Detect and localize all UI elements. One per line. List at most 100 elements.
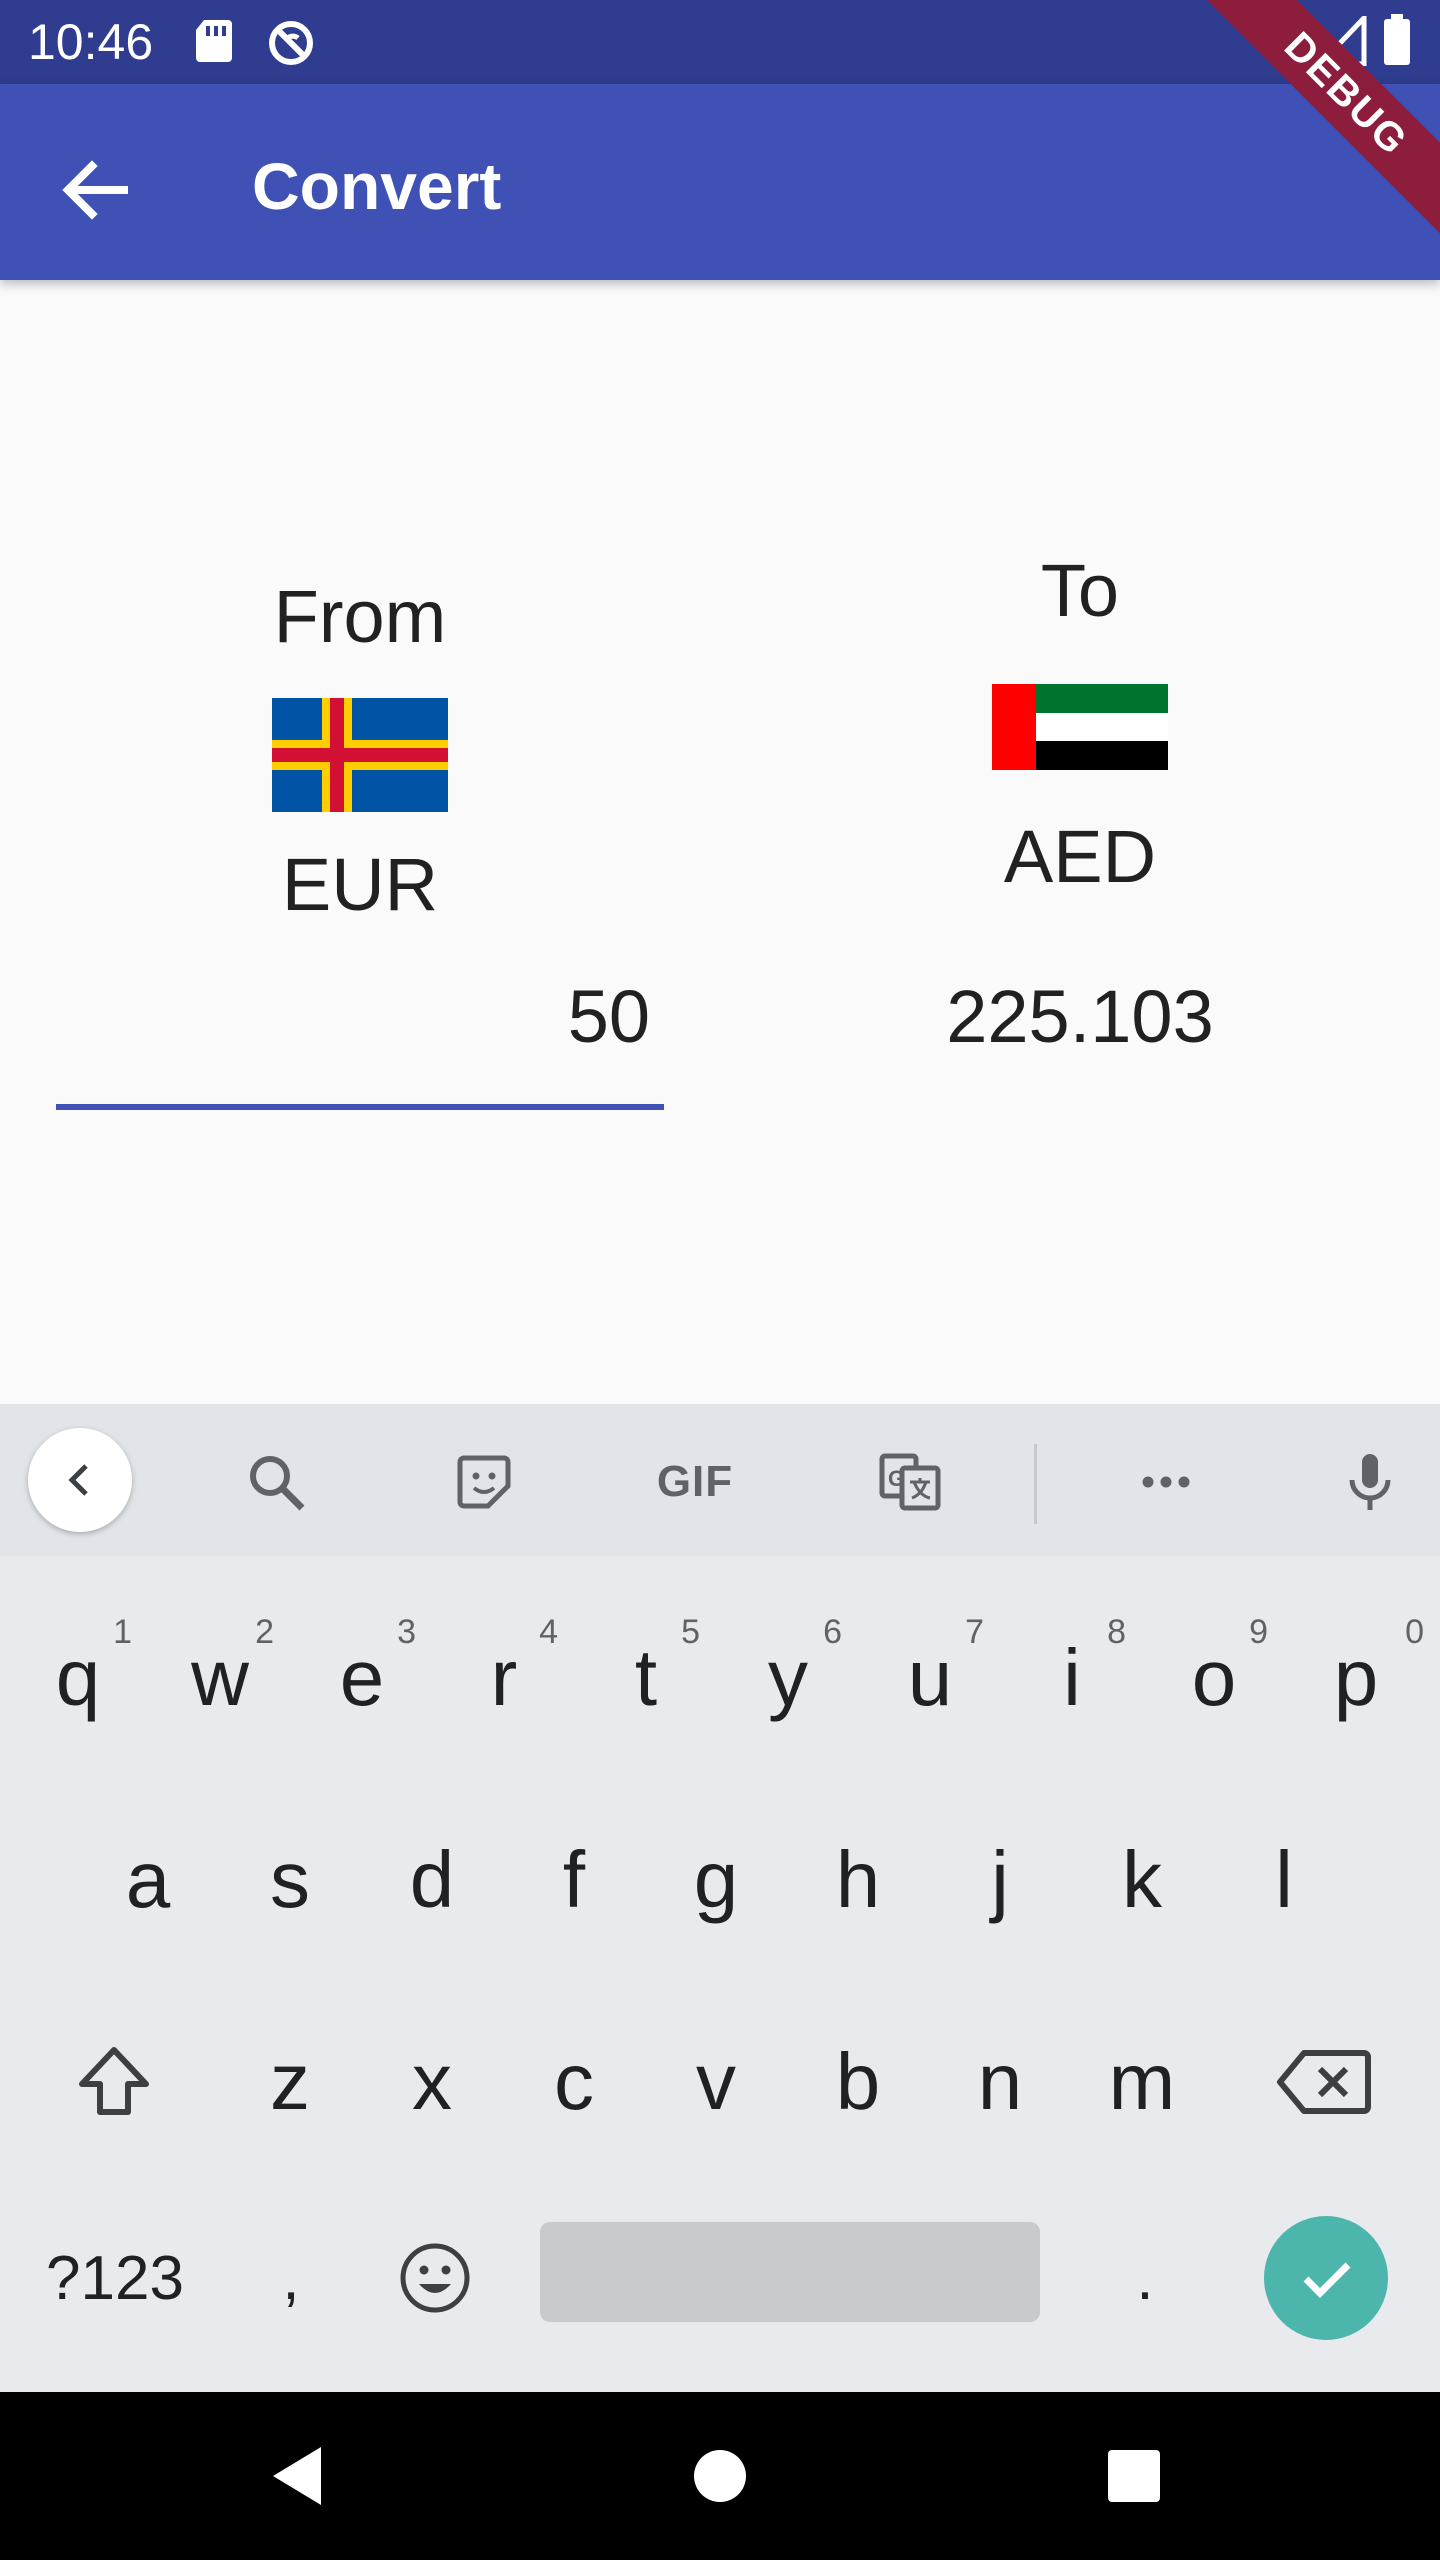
- key-label: i: [1063, 1633, 1081, 1722]
- key-v[interactable]: v: [644, 1984, 788, 2180]
- key-q[interactable]: q1: [6, 1580, 150, 1776]
- key-g[interactable]: g: [644, 1782, 788, 1978]
- converted-amount: 225.103: [946, 975, 1214, 1058]
- nav-recents-button[interactable]: [1084, 2426, 1184, 2526]
- on-screen-keyboard: GIF G q1 w2 e3 r4 t5 y6 u7 i8 o9 p0 a s …: [0, 1404, 1440, 2392]
- key-r[interactable]: r4: [432, 1580, 576, 1776]
- nav-back-button[interactable]: [250, 2426, 350, 2526]
- shift-key[interactable]: [50, 1984, 178, 2180]
- key-label: z: [270, 2037, 310, 2126]
- gif-label: GIF: [656, 1457, 734, 1506]
- key-label: q: [55, 1633, 101, 1722]
- key-hint: 7: [965, 1613, 984, 1651]
- key-w[interactable]: w2: [148, 1580, 292, 1776]
- amount-input[interactable]: [56, 960, 664, 1072]
- to-currency-code[interactable]: AED: [880, 814, 1280, 900]
- from-currency-code[interactable]: EUR: [160, 842, 560, 928]
- key-hint: 2: [255, 1613, 274, 1651]
- key-hint: 8: [1107, 1613, 1126, 1651]
- gif-button[interactable]: GIF: [640, 1434, 750, 1530]
- key-j[interactable]: j: [928, 1782, 1072, 1978]
- key-h[interactable]: h: [786, 1782, 930, 1978]
- key-c[interactable]: c: [502, 1984, 646, 2180]
- key-hint: 4: [539, 1613, 558, 1651]
- key-t[interactable]: t5: [574, 1580, 718, 1776]
- to-label: To: [1040, 549, 1120, 632]
- key-s[interactable]: s: [218, 1782, 362, 1978]
- key-label: l: [1275, 1835, 1293, 1924]
- key-i[interactable]: i8: [1000, 1580, 1144, 1776]
- key-b[interactable]: b: [786, 1984, 930, 2180]
- keyboard-toolbar: GIF G: [0, 1404, 1440, 1556]
- key-z[interactable]: z: [218, 1984, 362, 2180]
- backspace-key[interactable]: [1260, 1984, 1388, 2180]
- mic-icon: [1349, 1454, 1391, 1510]
- key-p[interactable]: p0: [1284, 1580, 1428, 1776]
- back-triangle-icon: [273, 2447, 321, 2505]
- key-k[interactable]: k: [1070, 1782, 1214, 1978]
- aland-islands-flag-icon[interactable]: [272, 698, 448, 817]
- key-label: r: [490, 1633, 518, 1722]
- key-label: c: [554, 2037, 594, 2126]
- key-label: n: [977, 2037, 1023, 2126]
- check-icon: [1303, 2262, 1351, 2298]
- key-hint: 5: [681, 1613, 700, 1651]
- toolbar-separator: [1034, 1444, 1037, 1524]
- enter-key[interactable]: [1264, 2216, 1388, 2340]
- emoji-icon: [400, 2243, 470, 2313]
- amount-input-underline: [56, 1104, 664, 1110]
- key-label: e: [339, 1633, 385, 1722]
- key-x[interactable]: x: [360, 1984, 504, 2180]
- key-label: k: [1122, 1835, 1162, 1924]
- key-e[interactable]: e3: [290, 1580, 434, 1776]
- symbols-key[interactable]: ?123: [20, 2198, 210, 2358]
- search-icon: [250, 1456, 305, 1511]
- sticker-button[interactable]: [436, 1434, 532, 1530]
- nav-home-button[interactable]: [670, 2426, 770, 2526]
- key-label: w: [191, 1633, 249, 1722]
- key-label: j: [991, 1835, 1009, 1924]
- sync-disabled-icon: [266, 18, 316, 73]
- sd-card-icon: [194, 18, 234, 69]
- key-label: s: [270, 1835, 310, 1924]
- status-bar: 10:46: [0, 0, 1440, 84]
- arrow-back-icon: [62, 160, 128, 220]
- key-label: x: [412, 2037, 452, 2126]
- keyboard-collapse-button[interactable]: [28, 1428, 132, 1532]
- page-title: Convert: [252, 149, 502, 223]
- uae-flag-icon[interactable]: [992, 684, 1168, 775]
- key-label: p: [1333, 1633, 1379, 1722]
- voice-input-button[interactable]: [1322, 1434, 1418, 1530]
- emoji-key[interactable]: [380, 2198, 490, 2358]
- more-icon: [1142, 1476, 1190, 1488]
- key-label: d: [409, 1835, 455, 1924]
- battery-icon: [1382, 14, 1412, 71]
- back-button[interactable]: [48, 142, 144, 238]
- symbols-key-label: ?123: [46, 2243, 184, 2313]
- translate-icon: G: [879, 1453, 941, 1511]
- wifi-icon: [1254, 16, 1310, 71]
- key-f[interactable]: f: [502, 1782, 646, 1978]
- shift-icon: [79, 2047, 149, 2115]
- search-button[interactable]: [228, 1434, 324, 1530]
- key-y[interactable]: y6: [716, 1580, 860, 1776]
- period-key[interactable]: .: [1090, 2198, 1200, 2358]
- key-hint: 1: [113, 1613, 132, 1651]
- translate-button[interactable]: G: [862, 1434, 958, 1530]
- key-label: v: [696, 2037, 736, 2126]
- key-hint: 9: [1249, 1613, 1268, 1651]
- key-o[interactable]: o9: [1142, 1580, 1286, 1776]
- key-a[interactable]: a: [76, 1782, 220, 1978]
- key-n[interactable]: n: [928, 1984, 1072, 2180]
- key-l[interactable]: l: [1212, 1782, 1356, 1978]
- key-d[interactable]: d: [360, 1782, 504, 1978]
- signal-icon: [1314, 11, 1368, 71]
- key-label: u: [907, 1633, 953, 1722]
- key-m[interactable]: m: [1070, 1984, 1214, 2180]
- comma-key[interactable]: ,: [236, 2198, 346, 2358]
- period-key-label: .: [1136, 2243, 1154, 2313]
- key-hint: 3: [397, 1613, 416, 1651]
- more-button[interactable]: [1118, 1434, 1214, 1530]
- space-key[interactable]: [540, 2222, 1040, 2322]
- key-u[interactable]: u7: [858, 1580, 1002, 1776]
